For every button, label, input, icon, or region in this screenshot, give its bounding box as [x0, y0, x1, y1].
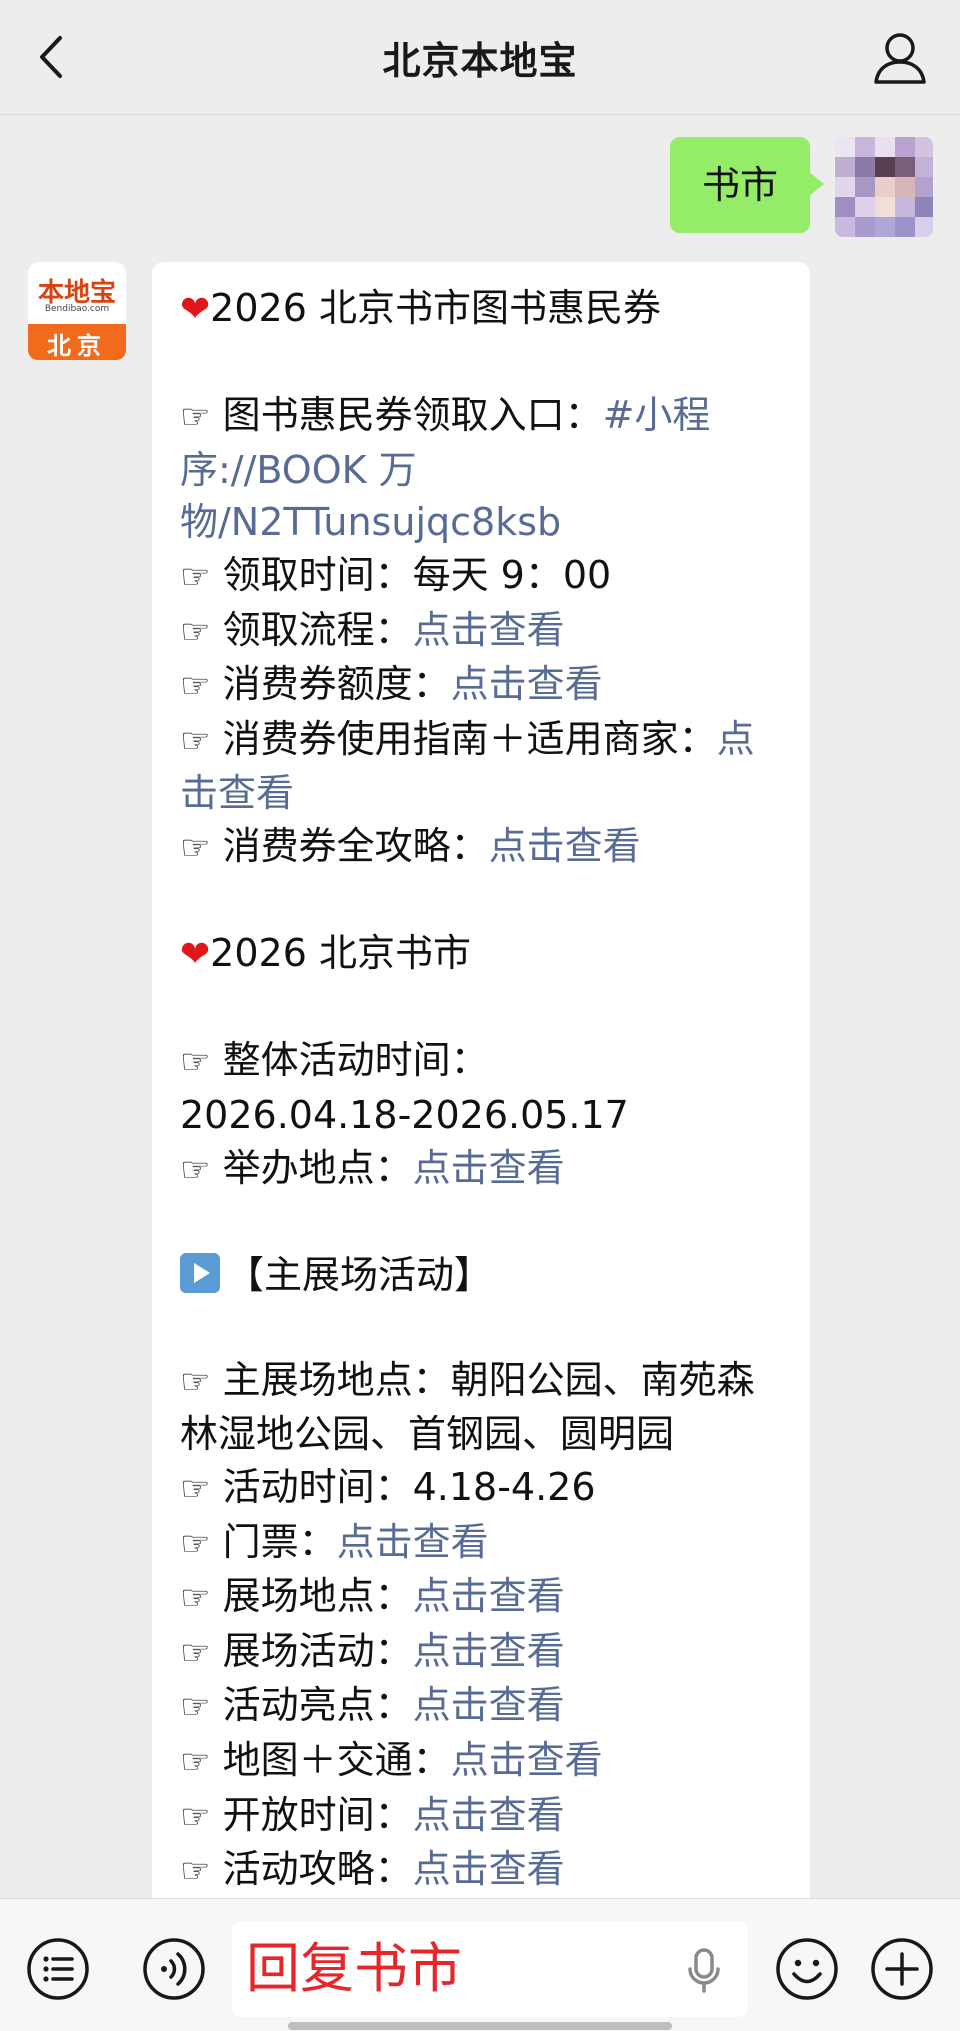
pointing-hand-icon: ☞ — [180, 397, 211, 438]
plus-icon — [871, 1938, 933, 2000]
view-link[interactable]: 点击查看 — [413, 1574, 565, 1618]
menu-button[interactable] — [26, 1937, 90, 2001]
view-link[interactable]: 点击查看 — [413, 1847, 565, 1891]
pointing-hand-icon: ☞ — [180, 1469, 211, 1510]
bot-avatar[interactable]: 本地宝 Bendibao.com 北京 — [28, 262, 126, 360]
pointing-hand-icon: ☞ — [180, 720, 211, 761]
view-link[interactable]: 点击查看 — [413, 608, 565, 652]
list-item: ☞ 活动时间：4.18-4.26 — [180, 1465, 596, 1510]
list-menu-icon — [27, 1938, 89, 2000]
list-item: ☞ 展场地点：点击查看 — [180, 1574, 565, 1619]
pointing-hand-icon: ☞ — [180, 611, 211, 652]
pointing-hand-icon: ☞ — [180, 1523, 211, 1564]
home-indicator[interactable] — [288, 2022, 672, 2030]
message-input-text: 回复书市 — [246, 1937, 462, 2000]
bot-message-text: ❤2026 北京书市图书惠民券 ☞ 图书惠民券领取入口：#小程序://BOOK … — [180, 282, 790, 1898]
user-avatar[interactable] — [835, 137, 933, 237]
list-item: ☞ 消费券使用指南＋适用商家：点击查看 — [180, 716, 755, 816]
list-item: ☞ 展场活动：点击查看 — [180, 1628, 565, 1673]
view-link[interactable]: 点击查看 — [413, 1629, 565, 1673]
voice-toggle-button[interactable] — [142, 1937, 206, 2001]
pointing-hand-icon: ☞ — [180, 1687, 211, 1728]
pointing-hand-icon: ☞ — [180, 1578, 211, 1619]
list-item: ☞ 消费券额度：点击查看 — [180, 662, 603, 707]
list-item: ☞ 领取流程：点击查看 — [180, 607, 565, 652]
pointing-hand-icon: ☞ — [180, 1361, 211, 1402]
pointing-hand-icon: ☞ — [180, 1851, 211, 1892]
more-button[interactable] — [870, 1937, 934, 2001]
view-link[interactable]: 点击查看 — [413, 1146, 565, 1190]
list-item: ☞ 领取时间：每天 9：00 — [180, 552, 612, 597]
avatar-logo-subtext: Bendibao.com — [44, 304, 110, 314]
person-icon — [874, 33, 926, 84]
list-item: ☞ 活动亮点：点击查看 — [180, 1683, 565, 1728]
user-message-bubble[interactable]: 书市 — [670, 137, 824, 233]
pointing-hand-icon: ☞ — [180, 1742, 211, 1783]
pointing-hand-icon: ☞ — [180, 1796, 211, 1837]
chat-header: 北京本地宝 — [0, 0, 960, 115]
message-input[interactable]: 回复书市 — [232, 1921, 748, 2017]
list-item: ☞ 图书惠民券领取入口：#小程序://BOOK 万物/N2TTunsujqc8k… — [180, 393, 711, 545]
view-link[interactable]: 点击查看 — [337, 1520, 489, 1564]
view-link[interactable]: 点击查看 — [451, 662, 603, 706]
pointing-hand-icon: ☞ — [180, 666, 211, 707]
list-item: ☞ 消费券全攻略：点击查看 — [180, 823, 641, 868]
view-link[interactable]: 点击查看 — [413, 1793, 565, 1837]
pointing-hand-icon: ☞ — [180, 556, 211, 597]
voice-icon — [143, 1938, 205, 2000]
section-heading: ❤2026 北京书市 — [180, 931, 471, 976]
chat-title: 北京本地宝 — [382, 39, 578, 83]
view-link[interactable]: 点击查看 — [489, 824, 641, 868]
emoji-button[interactable] — [775, 1937, 839, 2001]
pixelated-avatar-image — [835, 137, 933, 237]
list-item: ☞ 整体活动时间： 2026.04.18-2026.05.17 — [180, 1038, 629, 1137]
bot-message-bubble: ❤2026 北京书市图书惠民券 ☞ 图书惠民券领取入口：#小程序://BOOK … — [152, 262, 810, 1912]
emoji-icon — [776, 1938, 838, 2000]
avatar-city-text: 北京 — [47, 332, 107, 360]
list-item: ☞ 活动攻略：点击查看 — [180, 1847, 565, 1892]
mic-icon[interactable] — [686, 1947, 722, 1995]
heart-icon: ❤ — [180, 289, 211, 330]
list-item: ☞ 地图＋交通：点击查看 — [180, 1738, 603, 1783]
pointing-hand-icon: ☞ — [180, 827, 211, 868]
profile-button[interactable] — [870, 28, 930, 86]
list-item: ☞ 门票：点击查看 — [180, 1519, 489, 1564]
input-bar: 回复书市 — [0, 1898, 960, 2031]
section-heading: ❤2026 北京书市图书惠民券 — [180, 286, 661, 330]
section-heading: 【主展场活动】 — [180, 1249, 790, 1302]
heart-icon: ❤ — [180, 934, 211, 976]
list-item: ☞ 举办地点：点击查看 — [180, 1145, 565, 1190]
pointing-hand-icon: ☞ — [180, 1149, 211, 1190]
play-icon — [180, 1252, 220, 1293]
list-item: ☞ 主展场地点：朝阳公园、南苑森林湿地公园、首钢园、圆明园 — [180, 1357, 755, 1457]
pointing-hand-icon: ☞ — [180, 1042, 211, 1083]
pointing-hand-icon: ☞ — [180, 1632, 211, 1673]
user-message-text: 书市 — [701, 163, 778, 207]
view-link[interactable]: 点击查看 — [451, 1738, 603, 1782]
list-item: ☞ 开放时间：点击查看 — [180, 1792, 565, 1837]
view-link[interactable]: 点击查看 — [413, 1683, 565, 1727]
